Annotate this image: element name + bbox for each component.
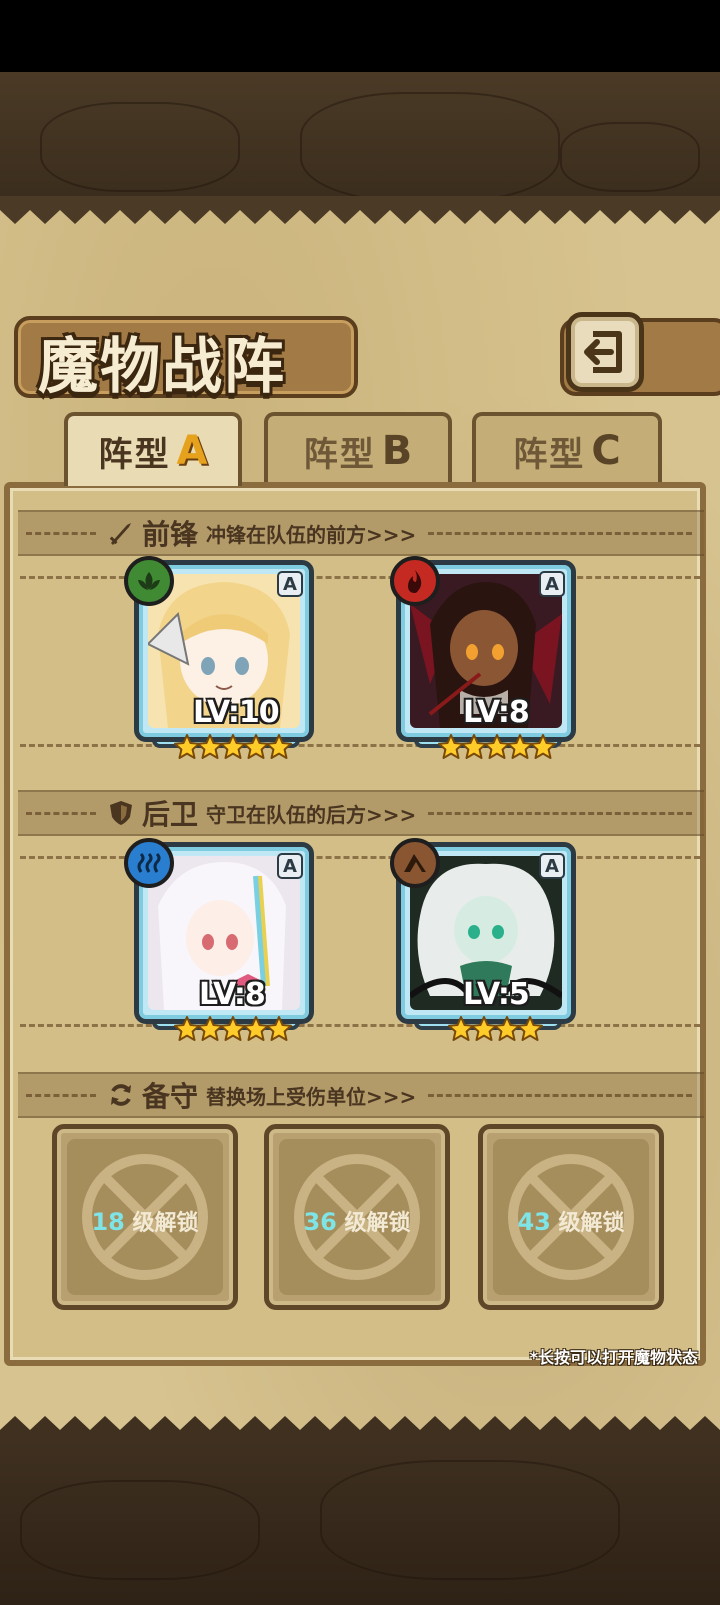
fire-element-icon [390, 556, 440, 606]
divider [20, 856, 700, 859]
vanguard-header: 前锋 冲锋在队伍的前方>>> [18, 510, 704, 556]
tab-label: 阵型 [98, 434, 171, 475]
reserve-header: 备守 替换场上受伤单位>>> [18, 1072, 704, 1118]
reserve-slot-2[interactable]: 36 级解锁 [264, 1124, 450, 1310]
return-arrow-icon [584, 331, 622, 373]
shield-icon [106, 798, 136, 828]
unlock-requirement: 36 级解锁 [303, 1208, 411, 1236]
sword-icon [106, 518, 136, 548]
refresh-icon [106, 1080, 136, 1110]
star-rating [174, 734, 292, 760]
map-background-top [0, 72, 720, 202]
monster-level: LV:5 [463, 977, 530, 1012]
tab-letter: C [591, 428, 621, 474]
divider [20, 576, 700, 579]
star-icon [517, 1016, 543, 1041]
rank-badge: A [539, 853, 565, 879]
reserve-desc: 替换场上受伤单位>>> [206, 1084, 417, 1109]
tab-label: 阵型 [513, 434, 586, 475]
rearguard-header: 后卫 守卫在队伍的后方>>> [18, 790, 704, 836]
page-title: 魔物战阵 [38, 332, 286, 402]
rank-badge: A [539, 571, 565, 597]
star-icon [266, 734, 292, 759]
status-bar [0, 0, 720, 72]
divider [20, 1024, 700, 1027]
reserve-title: 备守 [142, 1080, 199, 1113]
monster-level: LV:10 [193, 695, 280, 730]
tab-formation-a[interactable]: 阵型 A [64, 412, 242, 486]
tab-label: 阵型 [303, 434, 376, 475]
vanguard-desc: 冲锋在队伍的前方>>> [206, 522, 417, 547]
earth-element-icon [390, 838, 440, 888]
rank-badge: A [277, 571, 303, 597]
unlock-requirement: 43 级解锁 [517, 1208, 625, 1236]
tab-formation-c[interactable]: 阵型 C [472, 412, 662, 486]
star-icon [266, 1016, 292, 1041]
tab-letter: B [381, 428, 413, 474]
divider [20, 744, 700, 747]
nature-element-icon [124, 556, 174, 606]
long-press-hint: *长按可以打开魔物状态 [529, 1348, 698, 1367]
tab-letter: A [176, 428, 208, 474]
monster-level: LV:8 [199, 977, 266, 1012]
reserve-slot-1[interactable]: 18 级解锁 [52, 1124, 238, 1310]
monster-level: LV:8 [463, 695, 530, 730]
vanguard-title: 前锋 [142, 518, 199, 551]
rearguard-title: 后卫 [142, 798, 199, 831]
star-rating [438, 734, 556, 760]
rearguard-desc: 守卫在队伍的后方>>> [206, 802, 417, 827]
star-icon [530, 734, 556, 759]
map-background-bottom [0, 1440, 720, 1605]
reserve-slot-3[interactable]: 43 级解锁 [478, 1124, 664, 1310]
water-element-icon [124, 838, 174, 888]
unlock-requirement: 18 级解锁 [91, 1208, 199, 1236]
rank-badge: A [277, 853, 303, 879]
star-rating [174, 1016, 292, 1042]
back-button[interactable] [566, 312, 644, 392]
tab-formation-b[interactable]: 阵型 B [264, 412, 452, 486]
star-rating [448, 1016, 543, 1042]
